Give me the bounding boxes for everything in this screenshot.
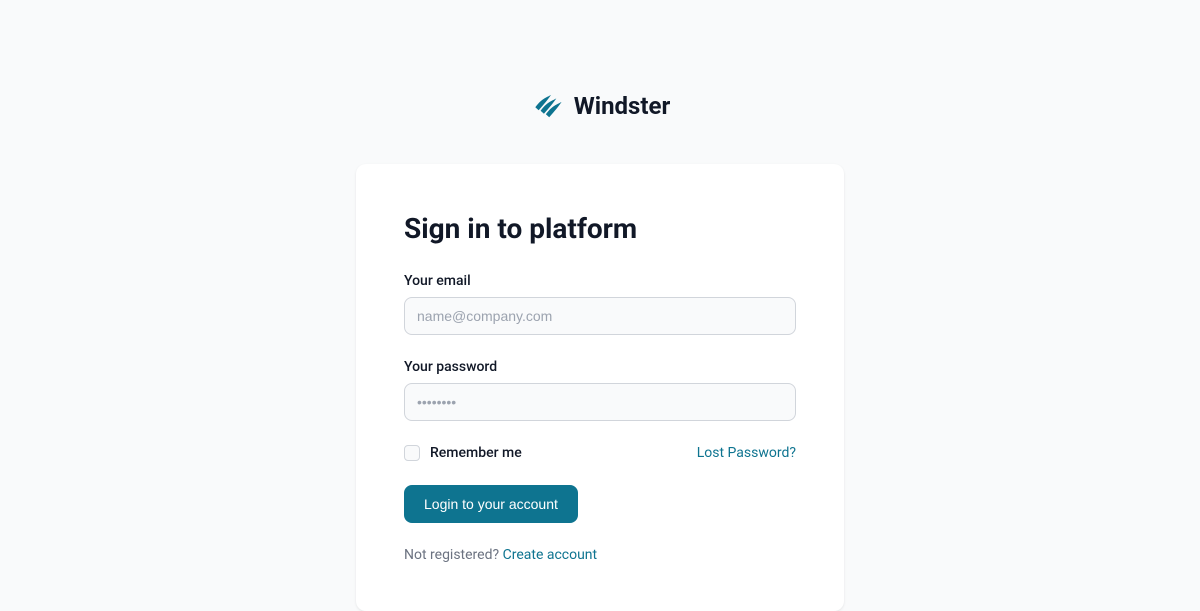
lost-password-link[interactable]: Lost Password? (697, 445, 796, 461)
create-account-link[interactable]: Create account (503, 547, 598, 563)
signup-footer: Not registered? Create account (404, 547, 796, 563)
windster-logo-icon (530, 90, 562, 122)
options-row: Remember me Lost Password? (404, 445, 796, 461)
password-input[interactable] (404, 383, 796, 421)
remember-wrap: Remember me (404, 445, 522, 461)
password-field-group: Your password (404, 359, 796, 421)
email-field-group: Your email (404, 273, 796, 335)
remember-checkbox[interactable] (404, 445, 420, 461)
password-label: Your password (404, 359, 796, 375)
email-label: Your email (404, 273, 796, 289)
login-button[interactable]: Login to your account (404, 485, 578, 523)
signin-card: Sign in to platform Your email Your pass… (356, 164, 844, 611)
card-title: Sign in to platform (404, 212, 796, 245)
signup-prefix: Not registered? (404, 547, 503, 563)
brand-logo[interactable]: Windster (530, 90, 671, 122)
email-input[interactable] (404, 297, 796, 335)
remember-label: Remember me (430, 445, 522, 461)
brand-name: Windster (574, 92, 671, 120)
